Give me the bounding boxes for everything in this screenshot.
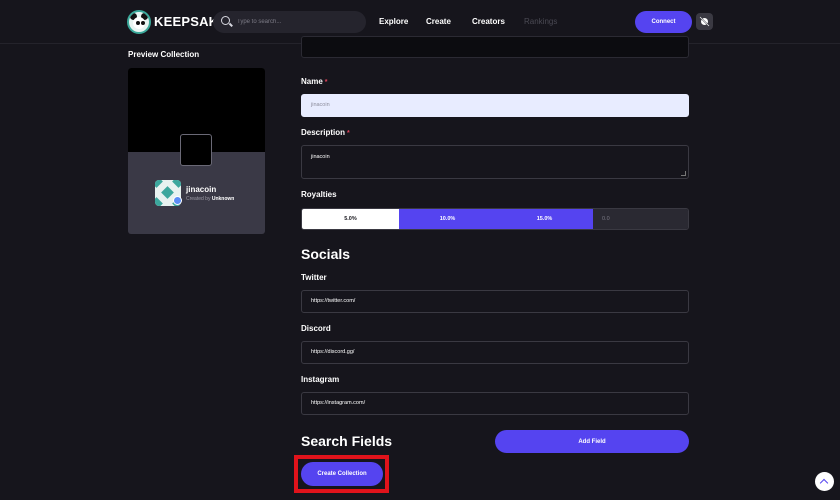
- dark-mode-icon: [699, 16, 710, 27]
- search-input[interactable]: [237, 14, 357, 30]
- collection-name: jinacoin: [186, 185, 217, 194]
- scroll-to-top-button[interactable]: [815, 472, 834, 491]
- panda-logo-icon[interactable]: [127, 10, 151, 34]
- preview-card: jinacoin Created by Unknown: [128, 68, 265, 234]
- name-label: Name *: [301, 77, 328, 86]
- instagram-label: Instagram: [301, 375, 340, 384]
- royalties-selector: 5.0% 10.0% 15.0% 0.0: [301, 208, 689, 230]
- description-field[interactable]: jinacoin: [301, 145, 689, 179]
- search-icon: [221, 16, 230, 25]
- instagram-field[interactable]: https://instagram.com/: [301, 392, 689, 415]
- description-label: Description *: [301, 128, 350, 137]
- verified-badge-icon: [173, 196, 182, 205]
- theme-toggle-button[interactable]: [696, 13, 713, 30]
- create-collection-button[interactable]: Create Collection: [301, 462, 383, 486]
- nav-creators[interactable]: Creators: [472, 17, 505, 26]
- add-field-button[interactable]: Add Field: [495, 430, 689, 453]
- resize-handle-icon[interactable]: [681, 171, 686, 176]
- banner-upload-field[interactable]: [301, 36, 689, 58]
- nav-explore[interactable]: Explore: [379, 17, 408, 26]
- search-bar[interactable]: [213, 11, 366, 33]
- royalty-custom-input[interactable]: 0.0: [593, 209, 688, 229]
- royalties-label: Royalties: [301, 190, 337, 199]
- preview-title: Preview Collection: [128, 50, 200, 59]
- created-by: Created by Unknown: [186, 196, 235, 202]
- twitter-field[interactable]: https://twitter.com/: [301, 290, 689, 313]
- royalty-option-15[interactable]: 15.0%: [496, 209, 593, 229]
- discord-field[interactable]: https://discord.gg/: [301, 341, 689, 364]
- royalty-option-5[interactable]: 5.0%: [302, 209, 399, 229]
- socials-title: Socials: [301, 246, 351, 262]
- preview-logo: [180, 134, 212, 166]
- nav-rankings[interactable]: Rankings: [524, 17, 557, 26]
- nav-create[interactable]: Create: [426, 17, 451, 26]
- royalty-option-10[interactable]: 10.0%: [399, 209, 496, 229]
- twitter-label: Twitter: [301, 273, 327, 282]
- connect-button[interactable]: Connect: [635, 11, 692, 33]
- search-fields-title: Search Fields: [301, 433, 393, 449]
- name-field[interactable]: jinacoin: [301, 94, 689, 117]
- discord-label: Discord: [301, 324, 331, 333]
